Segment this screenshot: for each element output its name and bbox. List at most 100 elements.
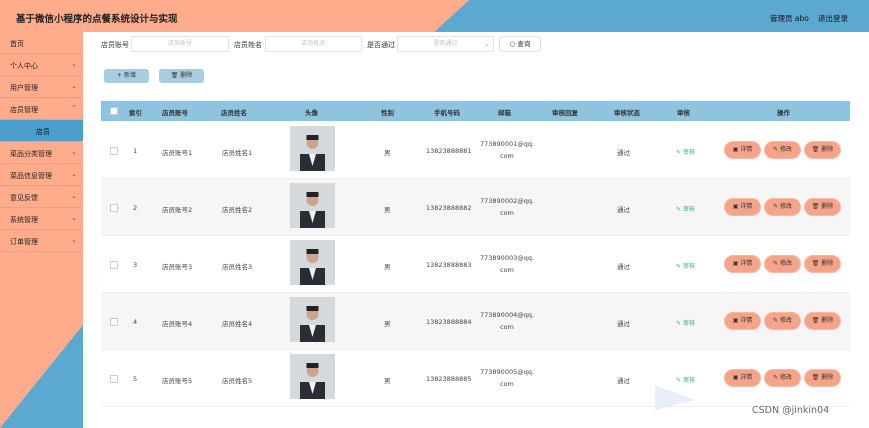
row-checkbox[interactable] bbox=[110, 261, 118, 269]
row-checkbox[interactable] bbox=[110, 204, 118, 212]
row-email: 773890001@qq. bbox=[480, 140, 535, 148]
batch-delete-button[interactable]: 🗑 删除 bbox=[159, 69, 204, 83]
select-all-checkbox[interactable] bbox=[110, 107, 118, 115]
sidebar-item-staff[interactable]: 店员 bbox=[0, 120, 83, 142]
delete-button[interactable]: 🗑 删除 bbox=[805, 370, 840, 386]
sidebar-item-system[interactable]: 系统管理 ⌄ bbox=[0, 208, 83, 230]
row-audit-link[interactable]: ✎ 审核 bbox=[676, 204, 695, 213]
name-label: 店员姓名 bbox=[234, 41, 262, 49]
detail-button[interactable]: ▣ 详情 bbox=[725, 370, 760, 386]
col-avatar: 头像 bbox=[305, 109, 318, 117]
detail-button[interactable]: ▣ 详情 bbox=[725, 142, 760, 158]
trash-icon: 🗑 bbox=[170, 72, 179, 79]
edit-icon: ✎ bbox=[676, 206, 682, 213]
row-status: 通过 bbox=[617, 149, 630, 157]
edit-icon: ✎ bbox=[773, 146, 779, 153]
edit-button[interactable]: ✎ 修改 bbox=[765, 313, 800, 329]
sidebar-item-label: 菜品分类管理 bbox=[10, 150, 52, 158]
edit-button-label: 修改 bbox=[779, 146, 792, 153]
sidebar-item-label: 意见反馈 bbox=[10, 194, 38, 202]
sidebar-item-label: 菜品信息管理 bbox=[10, 172, 52, 180]
row-audit-link[interactable]: ✎ 审核 bbox=[676, 261, 695, 270]
avatar bbox=[290, 354, 335, 399]
delete-button[interactable]: 🗑 删除 bbox=[805, 142, 840, 158]
sidebar-item-orders[interactable]: 订单管理 ⌄ bbox=[0, 230, 83, 252]
col-index: 索引 bbox=[129, 109, 142, 117]
row-email: 773890003@qq. bbox=[480, 254, 535, 262]
row-index: 5 bbox=[133, 375, 138, 383]
chevron-down-icon: ⌄ bbox=[71, 82, 77, 90]
sidebar-item-dish-category[interactable]: 菜品分类管理 ⌄ bbox=[0, 142, 83, 164]
delete-button-label: 删除 bbox=[180, 72, 193, 79]
sidebar-item-label: 首页 bbox=[10, 40, 24, 48]
delete-button-label: 删除 bbox=[821, 203, 834, 210]
table-row: 1 店员账号1 店员姓名1 男 13823888881 773890001@qq. com 通… bbox=[101, 122, 850, 179]
edit-icon: ✎ bbox=[773, 203, 779, 210]
row-phone: 13823888885 bbox=[426, 375, 472, 383]
delete-button[interactable]: 🗑 删除 bbox=[805, 313, 840, 329]
edit-button[interactable]: ✎ 修改 bbox=[765, 199, 800, 215]
detail-button[interactable]: ▣ 详情 bbox=[725, 199, 760, 215]
row-audit-link[interactable]: ✎ 审核 bbox=[676, 147, 695, 156]
sidebar-item-users[interactable]: 用户管理 ⌄ bbox=[0, 76, 83, 98]
trash-icon: 🗑 bbox=[811, 374, 820, 381]
account-search-input[interactable]: 店员账号 bbox=[131, 36, 229, 52]
row-status: 通过 bbox=[617, 206, 630, 214]
detail-icon: ▣ bbox=[732, 317, 739, 324]
row-checkbox[interactable] bbox=[110, 147, 118, 155]
edit-button[interactable]: ✎ 修改 bbox=[765, 370, 800, 386]
sidebar-item-label: 店员管理 bbox=[10, 106, 38, 114]
detail-button-label: 详情 bbox=[740, 146, 753, 153]
sidebar-item-feedback[interactable]: 意见反馈 ⌄ bbox=[0, 186, 83, 208]
row-account: 店员账号5 bbox=[162, 377, 193, 385]
row-email-suffix: com bbox=[500, 266, 514, 274]
delete-button[interactable]: 🗑 删除 bbox=[805, 199, 840, 215]
table-row: 5 店员账号5 店员姓名5 男 13823888885 773890005@qq. com 通… bbox=[101, 350, 850, 407]
row-gender: 男 bbox=[384, 320, 391, 328]
detail-button-label: 详情 bbox=[740, 317, 753, 324]
sidebar-item-staff-management[interactable]: 店员管理 ⌃ bbox=[0, 98, 83, 120]
row-checkbox[interactable] bbox=[110, 375, 118, 383]
row-gender: 男 bbox=[384, 149, 391, 157]
chevron-down-icon: ⌄ bbox=[71, 148, 77, 156]
delete-button-label: 删除 bbox=[821, 374, 834, 381]
sidebar-item-home[interactable]: 首页 bbox=[0, 32, 83, 54]
passed-select[interactable]: 是否通过 bbox=[397, 36, 494, 52]
row-audit-link[interactable]: ✎ 审核 bbox=[676, 318, 695, 327]
row-email-suffix: com bbox=[500, 152, 514, 160]
row-status: 通过 bbox=[617, 263, 630, 271]
row-account: 店员账号3 bbox=[162, 263, 193, 271]
row-audit-link[interactable]: ✎ 审核 bbox=[676, 375, 695, 384]
detail-icon: ▣ bbox=[732, 146, 739, 153]
edit-button[interactable]: ✎ 修改 bbox=[765, 256, 800, 272]
current-user: 管理员 abo bbox=[770, 14, 809, 23]
edit-button-label: 修改 bbox=[779, 260, 792, 267]
add-button[interactable]: + 新增 bbox=[104, 69, 149, 83]
logout-link[interactable]: 退出登录 bbox=[818, 13, 848, 24]
row-gender: 男 bbox=[384, 263, 391, 271]
row-email: 773890005@qq. bbox=[480, 368, 535, 376]
row-audit-label: 审核 bbox=[682, 206, 695, 213]
row-name: 店员姓名3 bbox=[222, 263, 253, 271]
trash-icon: 🗑 bbox=[811, 260, 820, 267]
add-button-label: 新增 bbox=[123, 72, 136, 79]
sidebar-item-label: 店员 bbox=[36, 128, 50, 136]
delete-button[interactable]: 🗑 删除 bbox=[805, 256, 840, 272]
avatar bbox=[290, 183, 335, 228]
detail-button[interactable]: ▣ 详情 bbox=[725, 256, 760, 272]
sidebar-item-profile[interactable]: 个人中心 ⌄ bbox=[0, 54, 83, 76]
edit-button-label: 修改 bbox=[779, 317, 792, 324]
row-phone: 13823888884 bbox=[426, 318, 472, 326]
row-gender: 男 bbox=[384, 377, 391, 385]
name-search-input[interactable]: 店员姓名 bbox=[265, 36, 362, 52]
row-checkbox[interactable] bbox=[110, 318, 118, 326]
sidebar-item-label: 用户管理 bbox=[10, 84, 38, 92]
search-button[interactable]: ○ 查询 bbox=[499, 36, 541, 52]
detail-button[interactable]: ▣ 详情 bbox=[725, 313, 760, 329]
sidebar: 首页 个人中心 ⌄ 用户管理 ⌄ 店员管理 ⌃ 店员 菜品分类管理 ⌄ 菜品信息管理 ⌄ … bbox=[0, 32, 83, 428]
sidebar-item-dish-info[interactable]: 菜品信息管理 ⌄ bbox=[0, 164, 83, 186]
row-phone: 13823888883 bbox=[426, 261, 472, 269]
edit-button[interactable]: ✎ 修改 bbox=[765, 142, 800, 158]
delete-button-label: 删除 bbox=[821, 146, 834, 153]
avatar-photo bbox=[290, 183, 335, 228]
